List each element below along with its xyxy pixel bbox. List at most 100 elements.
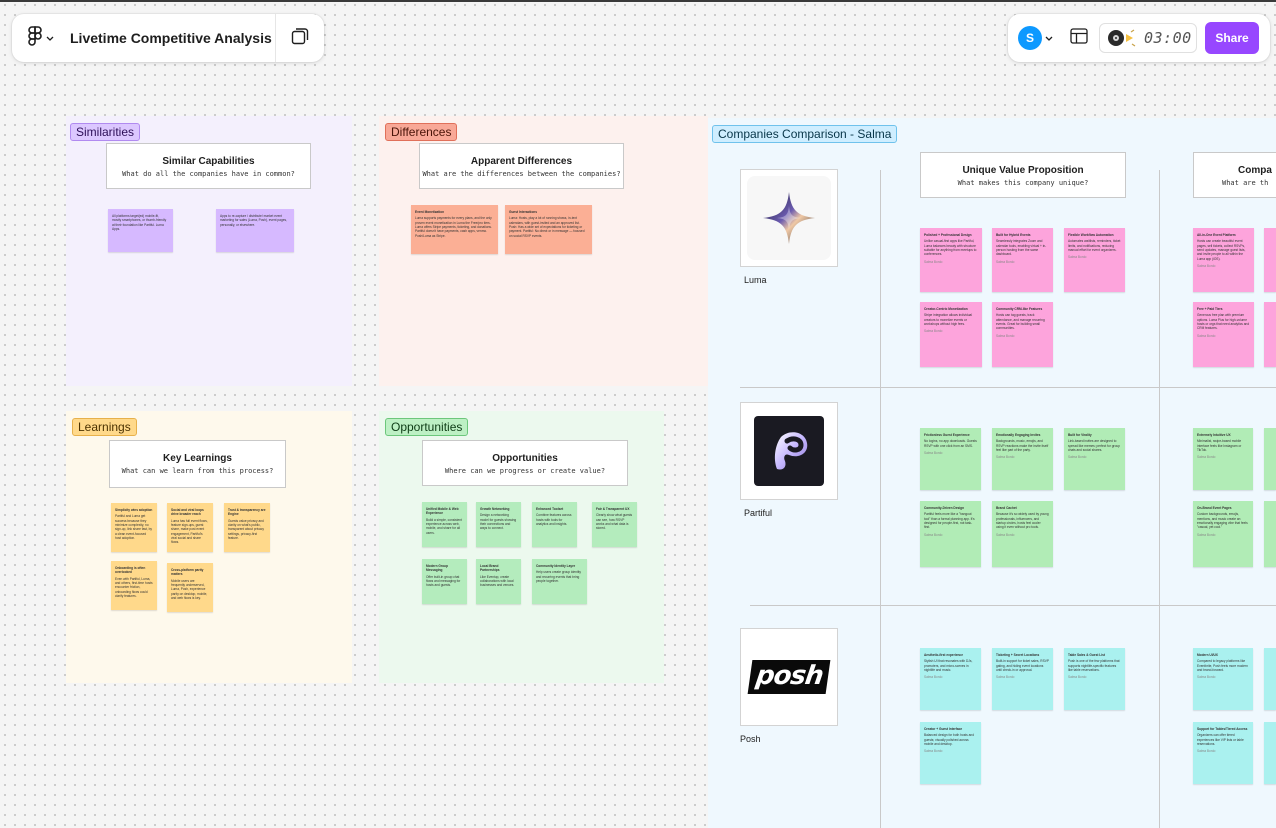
sticky-note[interactable]: All-in-One Event Platform Hosts can crea… [1193, 228, 1254, 292]
sticky-note[interactable]: Local Brand Partnerships Like Eventup, c… [476, 559, 521, 604]
timer-widget[interactable]: 03:00 [1099, 23, 1197, 53]
grid-divider-horizontal [750, 605, 1276, 606]
section-title-card[interactable]: Similar Capabilities What do all the com… [106, 143, 311, 189]
sticky-note[interactable]: Creator-Centric Monetization Stripe inte… [920, 302, 982, 367]
sticky-body: Mobile users are frequently underserved,… [171, 578, 208, 600]
sticky-title: Support for Tables/Tiered Access [1197, 727, 1248, 731]
avatar[interactable]: S [1018, 26, 1042, 50]
sticky-author: Salma Bordo [924, 749, 943, 754]
layout-toggle-button[interactable] [1067, 26, 1091, 50]
sticky-note[interactable]: Modern UI/UX Compared to legacy platform… [1193, 648, 1253, 710]
sticky-note[interactable]: Guest Interactions Luma: Hosts, play a l… [505, 205, 592, 254]
section-learnings[interactable]: Learnings Key Learnings What can we lear… [66, 411, 352, 683]
sticky-note[interactable]: Built for Virality Link-based invites ar… [1064, 428, 1125, 490]
sticky-note[interactable]: All platforms target(ed) mobile-fit, mos… [108, 209, 173, 252]
sticky-note-partial[interactable] [1264, 648, 1276, 710]
section-opportunities[interactable]: Opportunities Opportunities Where can we… [379, 411, 664, 683]
column-header-card[interactable]: Unique Value Proposition What makes this… [920, 152, 1126, 198]
column-header-card[interactable]: Compa What are th [1193, 152, 1276, 198]
section-differences[interactable]: Differences Apparent Differences What ar… [379, 116, 708, 386]
sticky-note[interactable]: Simplicity wins adoption Partiful and Lu… [111, 503, 157, 552]
section-title-card[interactable]: Opportunities Where can we progress or c… [422, 440, 628, 486]
sticky-note[interactable]: Apps to re-capture / distribute/ market … [216, 209, 294, 252]
sticky-title: Ticketing + Secret Locations [996, 653, 1040, 657]
sticky-note[interactable]: Brand Cachet Because it's so widely used… [992, 501, 1053, 567]
timer-display: 03:00 [1144, 29, 1192, 47]
sticky-note[interactable]: Event Monetization Luma supports payment… [411, 205, 498, 254]
sticky-title: Fair & Transparent UX [596, 507, 630, 511]
section-similarities[interactable]: Similarities Similar Capabilities What d… [66, 116, 352, 386]
section-label[interactable]: Similarities [70, 123, 141, 141]
file-title[interactable]: Livetime Competitive Analysis [64, 30, 275, 46]
sticky-note[interactable]: Social and viral loops drive broader rea… [167, 503, 213, 552]
sticky-note-partial[interactable] [1264, 302, 1276, 367]
user-menu[interactable]: S [1018, 26, 1053, 50]
company-logo-luma[interactable] [740, 169, 838, 267]
sticky-body: Like Eventup, create collaborations with… [480, 574, 515, 588]
section-title-card[interactable]: Apparent Differences What are the differ… [419, 143, 624, 189]
card-title: Compa [1238, 165, 1272, 176]
sticky-body: Partiful feels more like a "hangout tool… [924, 512, 975, 530]
sticky-note[interactable]: Enhanced Toolset Combine features across… [532, 502, 577, 547]
main-menu-button[interactable] [12, 14, 64, 62]
sticky-body: Luma supports payments for every plans, … [415, 216, 492, 238]
sticky-title: All-in-One Event Platform [1197, 233, 1236, 237]
sticky-title: Extremely Intuitive UX [1197, 433, 1231, 437]
sticky-note[interactable]: Onboarding is often overlooked Even with… [111, 561, 157, 610]
sticky-note[interactable]: Community CRM-like Features Hosts can ta… [992, 302, 1053, 367]
pages-button[interactable] [276, 14, 324, 62]
sticky-title: Local Brand Partnerships [480, 564, 500, 573]
share-button[interactable]: Share [1205, 22, 1259, 54]
sticky-title: Modern UI/UX [1197, 653, 1218, 657]
sticky-body: Design a networking model for guests sho… [480, 513, 517, 531]
section-label[interactable]: Learnings [72, 418, 137, 436]
figma-logo-icon [28, 25, 42, 51]
sticky-author: Salma Bordo [1197, 675, 1216, 680]
sticky-note[interactable]: On-Brand Event Pages Custom backgrounds,… [1193, 501, 1253, 567]
sticky-note[interactable]: Built for Hybrid Events Seamlessly integ… [992, 228, 1053, 292]
sticky-note[interactable]: Ticketing + Secret Locations Built-in su… [992, 648, 1053, 710]
sticky-body: Posh is one of the few platforms that su… [1068, 659, 1120, 672]
section-label[interactable]: Companies Comparison - Salma [712, 125, 898, 143]
sticky-note[interactable]: Frictionless Guest Experience No logins,… [920, 428, 981, 490]
partiful-logo-icon [754, 416, 824, 486]
sticky-author: Salma Bordo [924, 532, 943, 537]
card-title: Apparent Differences [470, 156, 573, 167]
sticky-title: Growth Networking [480, 507, 510, 511]
sticky-note[interactable]: Creator + Guest Interface Balanced desig… [920, 722, 981, 784]
section-label[interactable]: Differences [385, 123, 458, 141]
sticky-note[interactable]: Unified Mobile & Web Experience Build a … [422, 502, 467, 547]
sticky-author: Salma Bordo [996, 675, 1015, 680]
section-title-card[interactable]: Key Learnings What can we learn from thi… [109, 440, 286, 488]
sticky-note[interactable]: Modern Group Messaging Offer built-in gr… [422, 559, 467, 604]
sticky-author: Salma Bordo [1068, 255, 1087, 260]
sticky-note[interactable]: Community-Driven Design Partiful feels m… [920, 501, 981, 567]
section-label[interactable]: Opportunities [385, 418, 469, 436]
sticky-note[interactable]: Support for Tables/Tiered Access Organiz… [1193, 722, 1253, 784]
sticky-note[interactable]: Aesthetic-first experience Stylish UI th… [920, 648, 981, 710]
sticky-note-partial[interactable] [1264, 428, 1276, 490]
sticky-note[interactable]: Table Sales & Guest List Posh is one of … [1064, 648, 1125, 710]
sticky-note-partial[interactable] [1264, 501, 1276, 567]
sticky-note[interactable]: Growth Networking Design a networking mo… [476, 502, 521, 547]
sticky-note-partial[interactable] [1264, 228, 1276, 292]
card-subtitle: What do all the companies have in common… [122, 170, 295, 178]
sticky-title: Community Identity Layer [536, 564, 576, 568]
sticky-note[interactable]: Emotionally Engaging Invites Backgrounds… [992, 428, 1053, 490]
sticky-note[interactable]: Trust & transparency are Engine Guests v… [224, 503, 270, 552]
sticky-note[interactable]: Cross-platform parity matters Mobile use… [167, 563, 213, 612]
company-logo-posh[interactable]: posh [740, 628, 838, 726]
sticky-note[interactable]: Polished + Professional Design Unlike ca… [920, 228, 982, 292]
chevron-down-icon [46, 29, 54, 47]
sticky-note[interactable]: Flexible Workflow Automation Automates w… [1064, 228, 1125, 292]
sticky-note[interactable]: Fair & Transparent UX Clearly show what … [592, 502, 637, 547]
sticky-author: Salma Bordo [996, 455, 1015, 460]
sticky-note[interactable]: Free + Paid Tiers Generous free plan wit… [1193, 302, 1254, 367]
company-logo-partiful[interactable] [740, 402, 838, 500]
sticky-note[interactable]: Extremely Intuitive UX Minimalist, swipe… [1193, 428, 1253, 490]
sticky-note-partial[interactable] [1264, 722, 1276, 784]
card-subtitle: What are th [1222, 179, 1269, 187]
sticky-title: Enhanced Toolset [536, 507, 564, 511]
sticky-note[interactable]: Community Identity Layer Help users crea… [532, 559, 587, 604]
section-companies-comparison[interactable]: Companies Comparison - Salma Unique Valu… [708, 118, 1276, 828]
